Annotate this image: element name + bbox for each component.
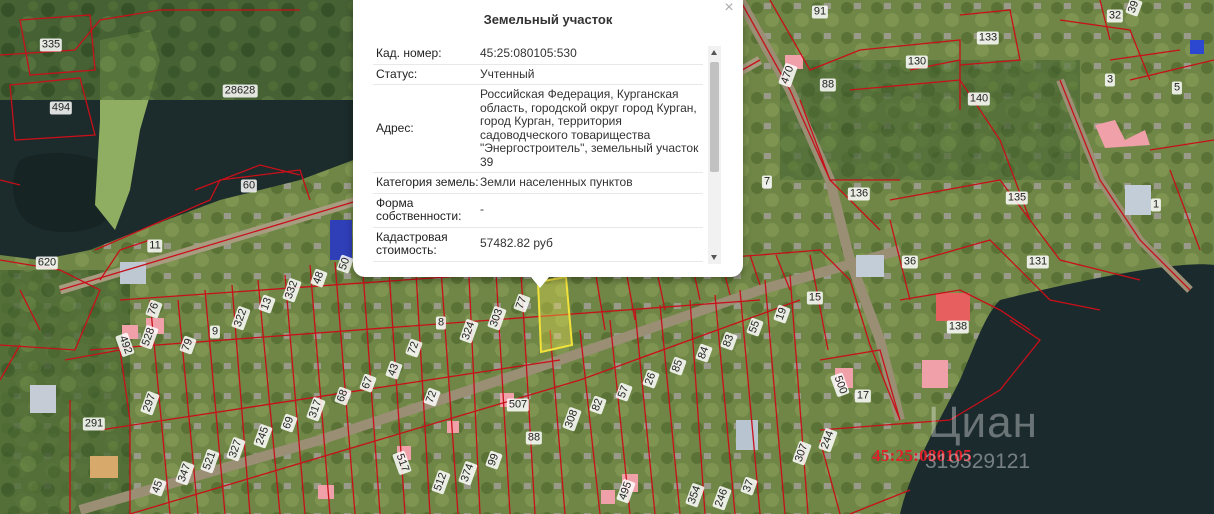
plot-label[interactable]: 494 <box>49 101 73 115</box>
parcel-info-popup: Земельный участок × Кад. номер: 45:25:08… <box>353 0 743 288</box>
plot-label[interactable]: 28628 <box>222 84 258 98</box>
plot-label[interactable]: 135 <box>1005 191 1029 205</box>
plot-label[interactable]: 620 <box>35 256 59 270</box>
field-value: Российская Федерация, Курганская область… <box>480 84 703 173</box>
watermark-id: 319329121 <box>925 450 1031 473</box>
popup-scrollbar[interactable] <box>708 46 721 264</box>
scroll-up-arrow-icon[interactable] <box>708 46 721 60</box>
info-row-land-category: Категория земель: Земли населенных пункт… <box>373 172 703 194</box>
scroll-down-arrow-icon[interactable] <box>708 250 721 264</box>
field-value: 45:25:080105:530 <box>480 44 703 65</box>
plot-label[interactable]: 138 <box>946 320 970 334</box>
plot-label[interactable]: 91 <box>811 5 829 19</box>
field-label: Кад. номер: <box>373 44 480 65</box>
field-value: Учтенный <box>480 64 703 85</box>
plot-label[interactable]: 130 <box>905 55 929 69</box>
plot-label[interactable]: 60 <box>240 179 258 193</box>
plot-label[interactable]: 136 <box>847 187 871 201</box>
scroll-thumb[interactable] <box>710 62 719 172</box>
field-label: Категория земель: <box>373 172 480 194</box>
popup-title: Земельный участок <box>483 12 613 27</box>
plot-label[interactable]: 15 <box>806 291 824 305</box>
plot-label[interactable]: 131 <box>1026 255 1050 269</box>
info-row-ownership-form: Форма собственности: - <box>373 193 703 228</box>
plot-label[interactable]: 133 <box>976 31 1000 45</box>
field-value: 57482.82 руб <box>480 227 703 262</box>
info-row-cadastral-value: Кадастровая стоимость: 57482.82 руб <box>373 227 703 262</box>
plot-label[interactable]: 291 <box>82 417 106 431</box>
field-label: Кадастровая стоимость: <box>373 227 480 262</box>
info-row-cadastral-number: Кад. номер: 45:25:080105:530 <box>373 44 703 65</box>
info-row-status: Статус: Учтенный <box>373 64 703 85</box>
plot-label[interactable]: 335 <box>39 38 63 52</box>
plot-label[interactable]: 9 <box>209 325 221 339</box>
plot-label[interactable]: 11 <box>147 239 163 253</box>
info-row-address: Адрес: Российская Федерация, Курганская … <box>373 84 703 173</box>
plot-label[interactable]: 36 <box>901 255 919 269</box>
parcel-info-table: Кад. номер: 45:25:080105:530 Статус: Учт… <box>373 44 703 262</box>
field-value: - <box>480 193 703 228</box>
field-label: Форма собственности: <box>373 193 480 228</box>
plot-label[interactable]: 17 <box>854 389 872 403</box>
plot-label[interactable]: 32 <box>1106 9 1124 23</box>
watermark: Циан <box>928 398 1038 447</box>
plot-label[interactable]: 507 <box>506 398 530 412</box>
plot-label[interactable]: 88 <box>819 78 837 92</box>
plot-label[interactable]: 88 <box>525 431 543 445</box>
plot-label[interactable]: 3 <box>1104 73 1116 87</box>
close-icon[interactable]: × <box>722 0 736 16</box>
plot-label[interactable]: 5 <box>1171 81 1183 95</box>
plot-label[interactable]: 8 <box>435 316 447 330</box>
field-label: Адрес: <box>373 84 480 173</box>
plot-label[interactable]: 7 <box>761 175 773 189</box>
plot-label[interactable]: 1 <box>1150 198 1162 212</box>
field-label: Статус: <box>373 64 480 85</box>
field-value: Земли населенных пунктов <box>480 172 703 194</box>
plot-label[interactable]: 140 <box>967 92 991 106</box>
info-scroll-area[interactable]: Кад. номер: 45:25:080105:530 Статус: Учт… <box>373 44 722 264</box>
